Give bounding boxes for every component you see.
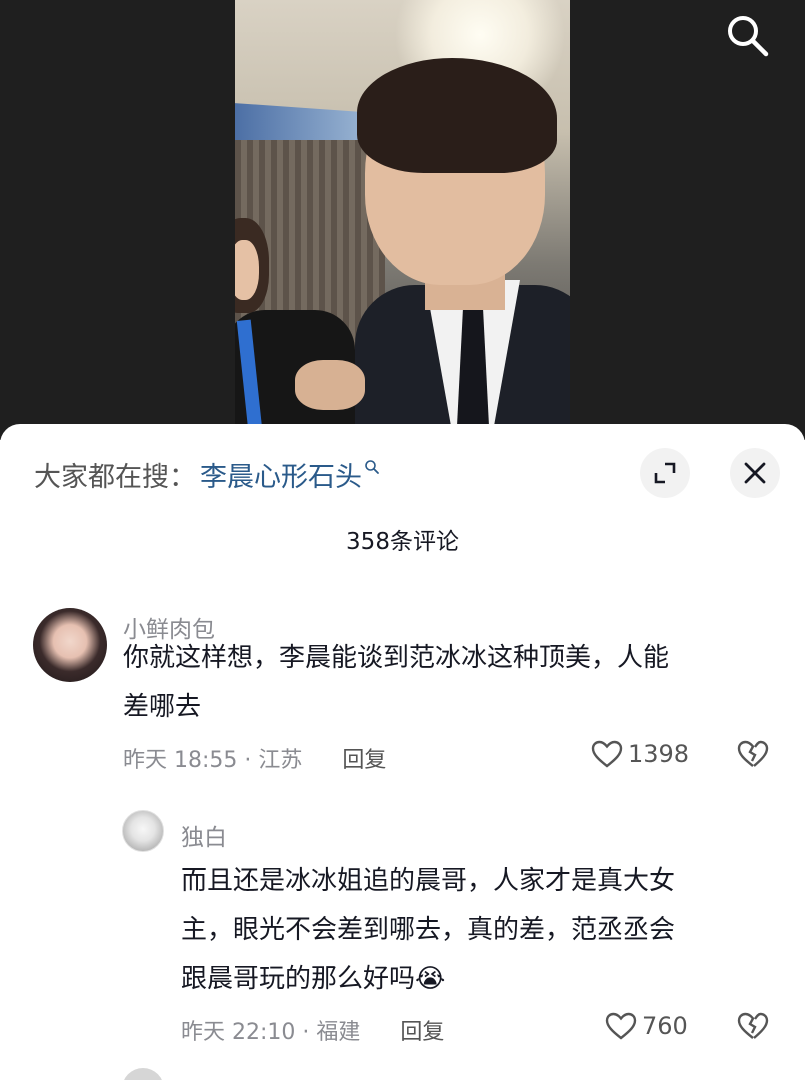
avatar[interactable] bbox=[122, 810, 164, 852]
avatar[interactable] bbox=[33, 608, 107, 682]
like-button[interactable]: 1398 bbox=[590, 739, 689, 769]
dislike-button[interactable] bbox=[736, 739, 770, 773]
comment-text-line: 主，眼光不会差到哪去，真的差，范丞丞会 bbox=[181, 915, 676, 945]
trending-search[interactable]: 大家都在搜： 李晨心形石头 bbox=[34, 454, 380, 494]
dislike-button[interactable] bbox=[736, 1011, 770, 1045]
search-icon[interactable] bbox=[722, 10, 772, 60]
like-count: 760 bbox=[642, 1012, 688, 1040]
comment-text-line: 跟晨哥玩的那么好吗😭 bbox=[181, 964, 446, 994]
expand-button[interactable] bbox=[640, 448, 690, 498]
comment-count: 358条评论 bbox=[346, 529, 459, 555]
comment-time-location: 昨天 22:10 · 福建 bbox=[181, 1020, 361, 1045]
trending-search-query[interactable]: 李晨心形石头 bbox=[200, 455, 362, 494]
comment-sheet: 大家都在搜： 李晨心形石头 358条评论 小鲜肉包 你就这样想，李晨能谈到范冰冰… bbox=[0, 424, 805, 1080]
like-button[interactable]: 760 bbox=[604, 1011, 688, 1041]
reply-item: 独白 而且还是冰冰姐追的晨哥，人家才是真大女 主，眼光不会差到哪去，真的差，范丞… bbox=[0, 810, 805, 1070]
reply-button[interactable]: 回复 bbox=[400, 1014, 444, 1046]
comment-time-location: 昨天 18:55 · 江苏 bbox=[123, 748, 303, 773]
comment-username[interactable]: 独白 bbox=[181, 818, 227, 852]
comment-meta: 昨天 18:55 · 江苏 回复 bbox=[123, 742, 386, 774]
hand bbox=[295, 360, 365, 410]
man-hair bbox=[357, 58, 557, 173]
comment-item: 小鲜肉包 你就这样想，李晨能谈到范冰冰这种顶美，人能 差哪去 昨天 18:55 … bbox=[0, 608, 805, 788]
comment-text-line: 差哪去 bbox=[123, 692, 202, 722]
expand-icon bbox=[654, 462, 676, 484]
next-comment-peek bbox=[0, 1064, 805, 1080]
comment-meta: 昨天 22:10 · 福建 回复 bbox=[181, 1014, 444, 1046]
reply-button[interactable]: 回复 bbox=[342, 742, 386, 774]
comment-text-line: 而且还是冰冰姐追的晨哥，人家才是真大女 bbox=[181, 866, 676, 896]
heart-icon bbox=[591, 740, 623, 768]
woman-face bbox=[235, 240, 259, 300]
close-icon bbox=[744, 462, 766, 484]
broken-heart-icon bbox=[737, 740, 769, 767]
comment-text-line: 你就这样想，李晨能谈到范冰冰这种顶美，人能 bbox=[123, 643, 670, 673]
broken-heart-icon bbox=[737, 1012, 769, 1039]
trending-search-prefix: 大家都在搜： bbox=[34, 461, 196, 493]
video-frame bbox=[235, 0, 570, 440]
search-icon bbox=[364, 451, 380, 482]
heart-icon bbox=[605, 1012, 637, 1040]
video-player[interactable] bbox=[0, 0, 805, 440]
close-button[interactable] bbox=[730, 448, 780, 498]
like-count: 1398 bbox=[628, 740, 690, 768]
avatar bbox=[122, 1068, 164, 1080]
